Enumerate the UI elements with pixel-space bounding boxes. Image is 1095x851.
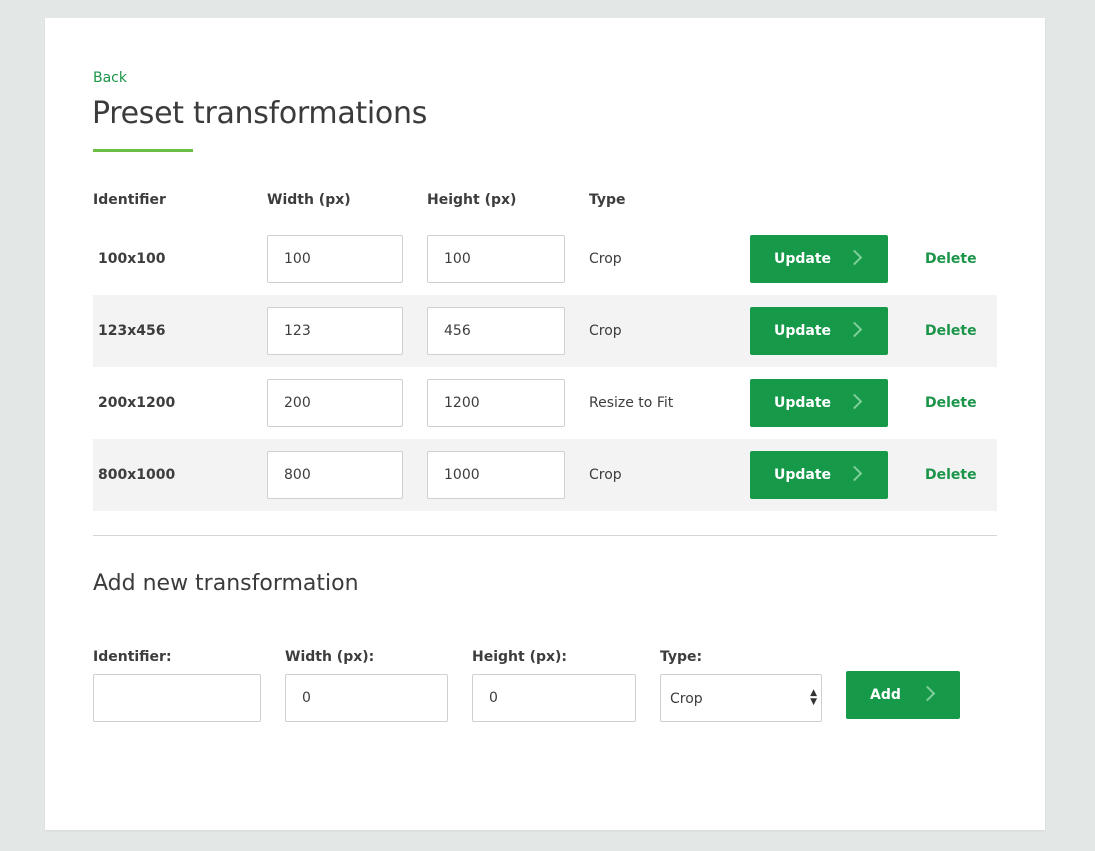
select-arrows-icon: ▲ ▼ (810, 688, 817, 707)
update-button[interactable]: Update (750, 379, 888, 427)
width-input[interactable] (285, 674, 448, 722)
section-divider (93, 535, 997, 536)
row-height-input[interactable] (427, 379, 565, 427)
chevron-right-icon (846, 465, 863, 482)
add-button[interactable]: Add (846, 671, 960, 719)
update-button[interactable]: Update (750, 235, 888, 283)
row-identifier: 100x100 (98, 251, 166, 267)
chevron-right-icon (919, 685, 936, 702)
row-height-input[interactable] (427, 235, 565, 283)
type-label: Type: (660, 649, 703, 665)
page-title: Preset transformations (92, 96, 428, 131)
row-identifier: 200x1200 (98, 395, 176, 411)
identifier-label: Identifier: (93, 649, 172, 665)
row-type: Crop (589, 323, 622, 339)
delete-link[interactable]: Delete (925, 367, 977, 439)
row-identifier: 800x1000 (98, 467, 176, 483)
update-button-label: Update (774, 323, 832, 339)
column-header-type: Type (589, 192, 626, 208)
title-underline (93, 149, 193, 152)
chevron-right-icon (846, 393, 863, 410)
add-section-title: Add new transformation (93, 571, 359, 596)
row-type: Crop (589, 467, 622, 483)
add-button-label: Add (870, 687, 901, 703)
row-width-input[interactable] (267, 451, 403, 499)
row-width-input[interactable] (267, 235, 403, 283)
delete-link[interactable]: Delete (925, 295, 977, 367)
update-button-label: Update (774, 395, 832, 411)
row-width-input[interactable] (267, 379, 403, 427)
row-height-input[interactable] (427, 307, 565, 355)
row-width-input[interactable] (267, 307, 403, 355)
width-label: Width (px): (285, 649, 375, 665)
delete-link[interactable]: Delete (925, 223, 977, 295)
update-button-label: Update (774, 467, 832, 483)
content-card: Back Preset transformations Identifier W… (45, 18, 1045, 830)
table-row: 100x100 Crop Update Delete (93, 223, 997, 295)
table-row: 200x1200 Resize to Fit Update Delete (93, 367, 997, 439)
identifier-input[interactable] (93, 674, 261, 722)
table-row: 123x456 Crop Update Delete (93, 295, 997, 367)
row-type: Crop (589, 251, 622, 267)
update-button[interactable]: Update (750, 451, 888, 499)
row-identifier: 123x456 (98, 323, 166, 339)
chevron-right-icon (846, 321, 863, 338)
update-button-label: Update (774, 251, 832, 267)
row-type: Resize to Fit (589, 395, 674, 411)
type-select-value: Crop (670, 691, 703, 707)
row-height-input[interactable] (427, 451, 565, 499)
chevron-right-icon (846, 249, 863, 266)
height-label: Height (px): (472, 649, 568, 665)
height-input[interactable] (472, 674, 636, 722)
back-link[interactable]: Back (93, 70, 127, 86)
column-header-width: Width (px) (267, 192, 351, 208)
column-header-height: Height (px) (427, 192, 517, 208)
column-header-identifier: Identifier (93, 192, 166, 208)
update-button[interactable]: Update (750, 307, 888, 355)
type-select[interactable]: Crop ▲ ▼ (660, 674, 822, 722)
table-row: 800x1000 Crop Update Delete (93, 439, 997, 511)
delete-link[interactable]: Delete (925, 439, 977, 511)
